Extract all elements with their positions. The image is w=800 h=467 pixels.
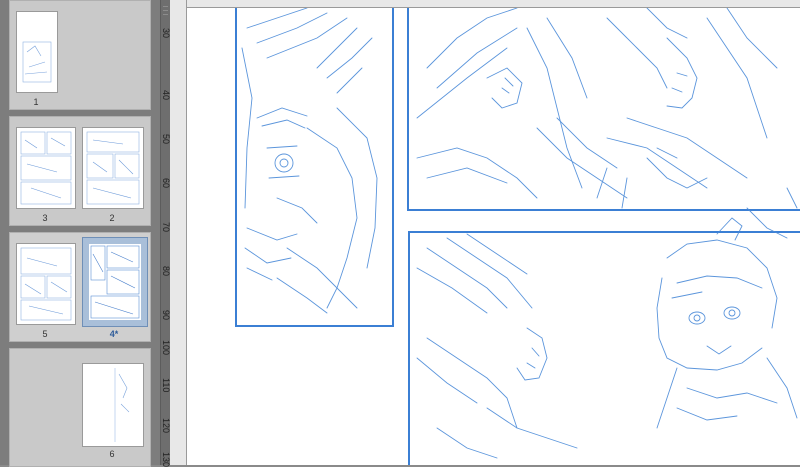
page-label: 3	[42, 213, 48, 223]
ruler-number: 70	[161, 222, 171, 233]
thumbnail-sketch	[86, 131, 140, 205]
ruler-number: 100	[161, 340, 171, 356]
panel-border-left	[235, 8, 394, 327]
grip-line	[163, 14, 168, 15]
thumbnail-sketch	[90, 245, 140, 319]
thumbnail-sketch	[114, 368, 130, 442]
page-label: 6	[109, 449, 115, 459]
page-thumbnail-4-active[interactable]	[82, 237, 148, 327]
page-thumbnail-1[interactable]	[16, 11, 58, 93]
page-thumbnail-5[interactable]	[16, 243, 76, 325]
page-thumbnail-6[interactable]	[82, 363, 144, 447]
page-manager-panel: 1 3 2 5 4* 6	[0, 0, 160, 467]
panel-border-bottom-right	[408, 231, 800, 465]
ruler-number: 40	[161, 90, 171, 101]
thumbnail-sketch	[20, 247, 72, 321]
page-label-active: 4*	[109, 329, 119, 339]
ruler-number: 50	[161, 134, 171, 145]
ruler-number: 30	[161, 28, 171, 39]
thumbnail-sketch	[20, 131, 72, 205]
page-label: 1	[33, 97, 39, 107]
ruler-number: 120	[161, 418, 171, 434]
grip-line	[163, 10, 168, 11]
page-spread-2[interactable]: 3 2	[9, 116, 151, 226]
page-spread-1[interactable]: 1	[9, 0, 151, 110]
page-label: 2	[109, 213, 115, 223]
ruler-number: 110	[161, 378, 171, 393]
page-thumbnail-2[interactable]	[82, 127, 144, 209]
thumbnail-sketch	[22, 41, 52, 83]
drawing-canvas[interactable]	[187, 8, 800, 465]
ruler-number: 60	[161, 178, 171, 189]
horizontal-ruler	[186, 0, 800, 8]
page-label: 5	[42, 329, 48, 339]
grip-line	[163, 6, 168, 7]
page-spread-3[interactable]: 5 4*	[9, 232, 151, 342]
sketch-canvas[interactable]	[187, 8, 800, 465]
panel-border-top-right	[407, 8, 800, 211]
page-spread-4[interactable]: 6	[9, 348, 151, 467]
page-thumbnail-3[interactable]	[16, 127, 76, 209]
vertical-ruler: 30 40 50 60 70 80 90 100 110 120 130	[161, 0, 187, 467]
ruler-number: 80	[161, 266, 171, 277]
ruler-number: 90	[161, 310, 171, 321]
